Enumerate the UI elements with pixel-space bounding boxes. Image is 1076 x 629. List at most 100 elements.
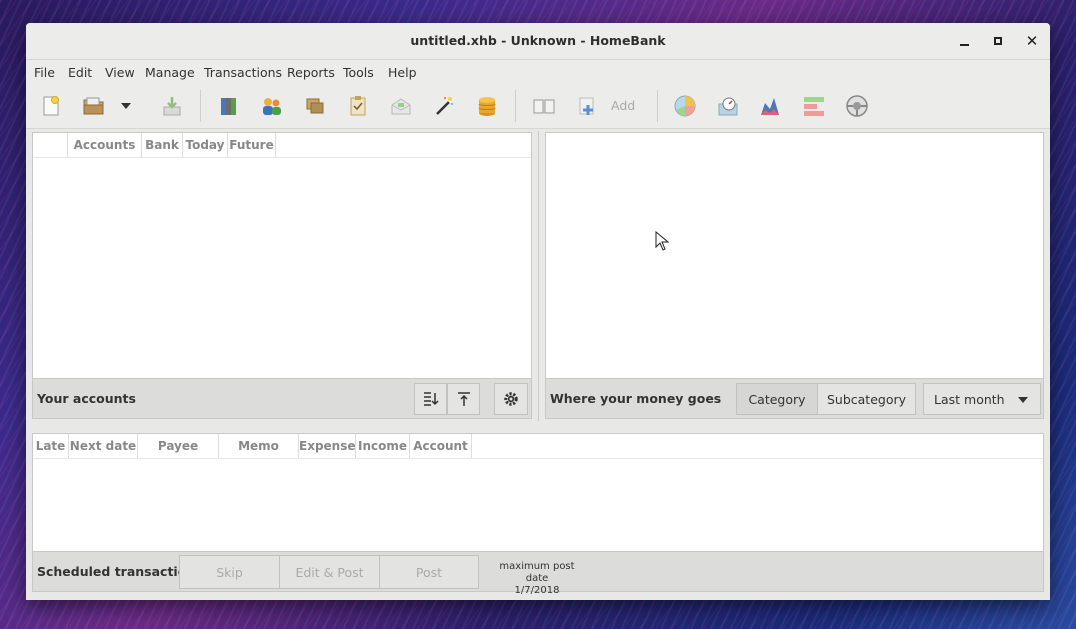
add-transaction-button[interactable] — [574, 93, 600, 119]
statistics-button[interactable] — [672, 93, 698, 119]
budget-button[interactable] — [388, 93, 414, 119]
menu-view[interactable]: View — [105, 65, 135, 80]
period-select[interactable]: Last month — [923, 383, 1041, 415]
scheduled-col-late[interactable]: Late — [33, 434, 69, 458]
categories-icon — [306, 98, 324, 114]
open-recent-dropdown[interactable] — [119, 93, 133, 119]
open-recent-dropdown-icon — [121, 103, 131, 109]
header-divider — [33, 157, 531, 158]
toolbar-separator — [515, 90, 516, 122]
menu-help[interactable]: Help — [388, 65, 417, 80]
subcategory-toggle[interactable]: Subcategory — [817, 383, 916, 415]
trend-report-button[interactable] — [758, 93, 784, 119]
payees-icon — [263, 98, 281, 115]
add-transaction-label[interactable]: Add — [611, 98, 635, 113]
balance-report-icon — [718, 97, 738, 116]
vehicle-cost-button[interactable] — [844, 93, 870, 119]
window-title: untitled.xhb - Unknown - HomeBank — [410, 33, 666, 48]
accounts-button[interactable] — [216, 93, 242, 119]
spending-chart-area[interactable] — [545, 132, 1044, 379]
new-file-button[interactable] — [38, 93, 64, 119]
open-file-icon — [83, 97, 104, 115]
toolbar: Add — [26, 84, 1050, 129]
scheduled-list[interactable]: Late Next date Payee Memo Expense Income… — [32, 433, 1044, 552]
mouse-cursor-icon — [655, 231, 669, 251]
budget-report-icon — [804, 97, 824, 116]
edit-and-post-button[interactable]: Edit & Post — [279, 555, 380, 589]
vehicle-cost-icon — [846, 95, 868, 117]
max-post-date-value: 1/7/2018 — [514, 585, 560, 596]
open-file-button[interactable] — [81, 93, 107, 119]
maximize-button[interactable] — [988, 31, 1008, 51]
menu-reports[interactable]: Reports — [287, 65, 335, 80]
menu-file[interactable]: File — [34, 65, 55, 80]
chevron-down-icon — [1018, 397, 1028, 403]
collapse-all-icon — [457, 392, 470, 406]
minimize-icon — [959, 43, 969, 46]
collapse-all-button[interactable] — [447, 383, 480, 415]
gear-icon — [504, 392, 518, 406]
title-bar[interactable]: untitled.xhb - Unknown - HomeBank ✕ — [26, 23, 1050, 60]
archives-button[interactable] — [345, 93, 371, 119]
accounts-list[interactable]: Accounts Bank Today Future — [32, 132, 532, 379]
assistant-wand-icon — [436, 97, 453, 115]
new-file-icon — [43, 96, 59, 116]
max-post-date-label: maximum post date — [499, 561, 575, 584]
assistant-button[interactable] — [431, 93, 457, 119]
register-book-icon — [533, 99, 555, 114]
expand-all-icon — [423, 392, 439, 406]
add-transaction-icon — [579, 97, 594, 115]
accounts-icon — [221, 98, 236, 115]
menu-edit[interactable]: Edit — [68, 65, 92, 80]
close-icon: ✕ — [1025, 32, 1039, 50]
scheduled-transactions-label: Scheduled transactions — [37, 564, 203, 579]
import-button[interactable] — [159, 93, 185, 119]
budget-report-button[interactable] — [801, 93, 827, 119]
menu-tools[interactable]: Tools — [343, 65, 374, 80]
budget-icon — [391, 98, 411, 115]
homebank-window: untitled.xhb - Unknown - HomeBank ✕ File… — [26, 23, 1050, 600]
register-button[interactable] — [531, 93, 557, 119]
archives-icon — [350, 96, 366, 116]
payees-button[interactable] — [259, 93, 285, 119]
trend-report-icon — [761, 98, 779, 115]
scheduled-col-memo[interactable]: Memo — [219, 434, 299, 458]
scheduled-col-next-date[interactable]: Next date — [69, 434, 138, 458]
panel-splitter[interactable] — [538, 131, 539, 421]
minimize-button[interactable] — [954, 31, 974, 51]
accounts-col-blank[interactable] — [33, 133, 68, 157]
accounts-col-bank[interactable]: Bank — [142, 133, 183, 157]
where-money-goes-label: Where your money goes — [550, 391, 722, 406]
period-select-value: Last month — [934, 391, 1005, 407]
statistics-pie-icon — [674, 95, 696, 117]
maximize-icon — [994, 37, 1002, 45]
currency-coins-icon — [478, 97, 496, 116]
categories-button[interactable] — [302, 93, 328, 119]
menu-manage[interactable]: Manage — [145, 65, 195, 80]
currency-button[interactable] — [474, 93, 500, 119]
close-button[interactable]: ✕ — [1022, 31, 1042, 51]
toolbar-separator — [657, 90, 658, 122]
menu-bar: File Edit View Manage Transactions Repor… — [26, 60, 1050, 84]
accounts-col-future[interactable]: Future — [228, 133, 276, 157]
scheduled-col-payee[interactable]: Payee — [138, 434, 219, 458]
accounts-col-accounts[interactable]: Accounts — [68, 133, 142, 157]
post-button[interactable]: Post — [379, 555, 479, 589]
balance-report-button[interactable] — [715, 93, 741, 119]
menu-transactions[interactable]: Transactions — [204, 65, 282, 80]
skip-button[interactable]: Skip — [179, 555, 280, 589]
scheduled-footer: Scheduled transactions Skip Edit & Post … — [32, 552, 1044, 596]
scheduled-col-account[interactable]: Account — [410, 434, 472, 458]
accounts-footer: Your accounts — [32, 379, 532, 419]
header-divider — [33, 458, 1043, 459]
spending-footer: Where your money goes Category Subcatego… — [545, 379, 1044, 419]
your-accounts-label: Your accounts — [37, 391, 136, 406]
scheduled-col-expense[interactable]: Expense — [299, 434, 356, 458]
scheduled-col-income[interactable]: Income — [356, 434, 410, 458]
accounts-settings-button[interactable] — [494, 383, 528, 415]
toolbar-separator — [200, 90, 201, 122]
category-toggle[interactable]: Category — [736, 383, 818, 415]
accounts-col-today[interactable]: Today — [183, 133, 228, 157]
import-icon — [163, 97, 181, 116]
expand-all-button[interactable] — [414, 383, 447, 415]
